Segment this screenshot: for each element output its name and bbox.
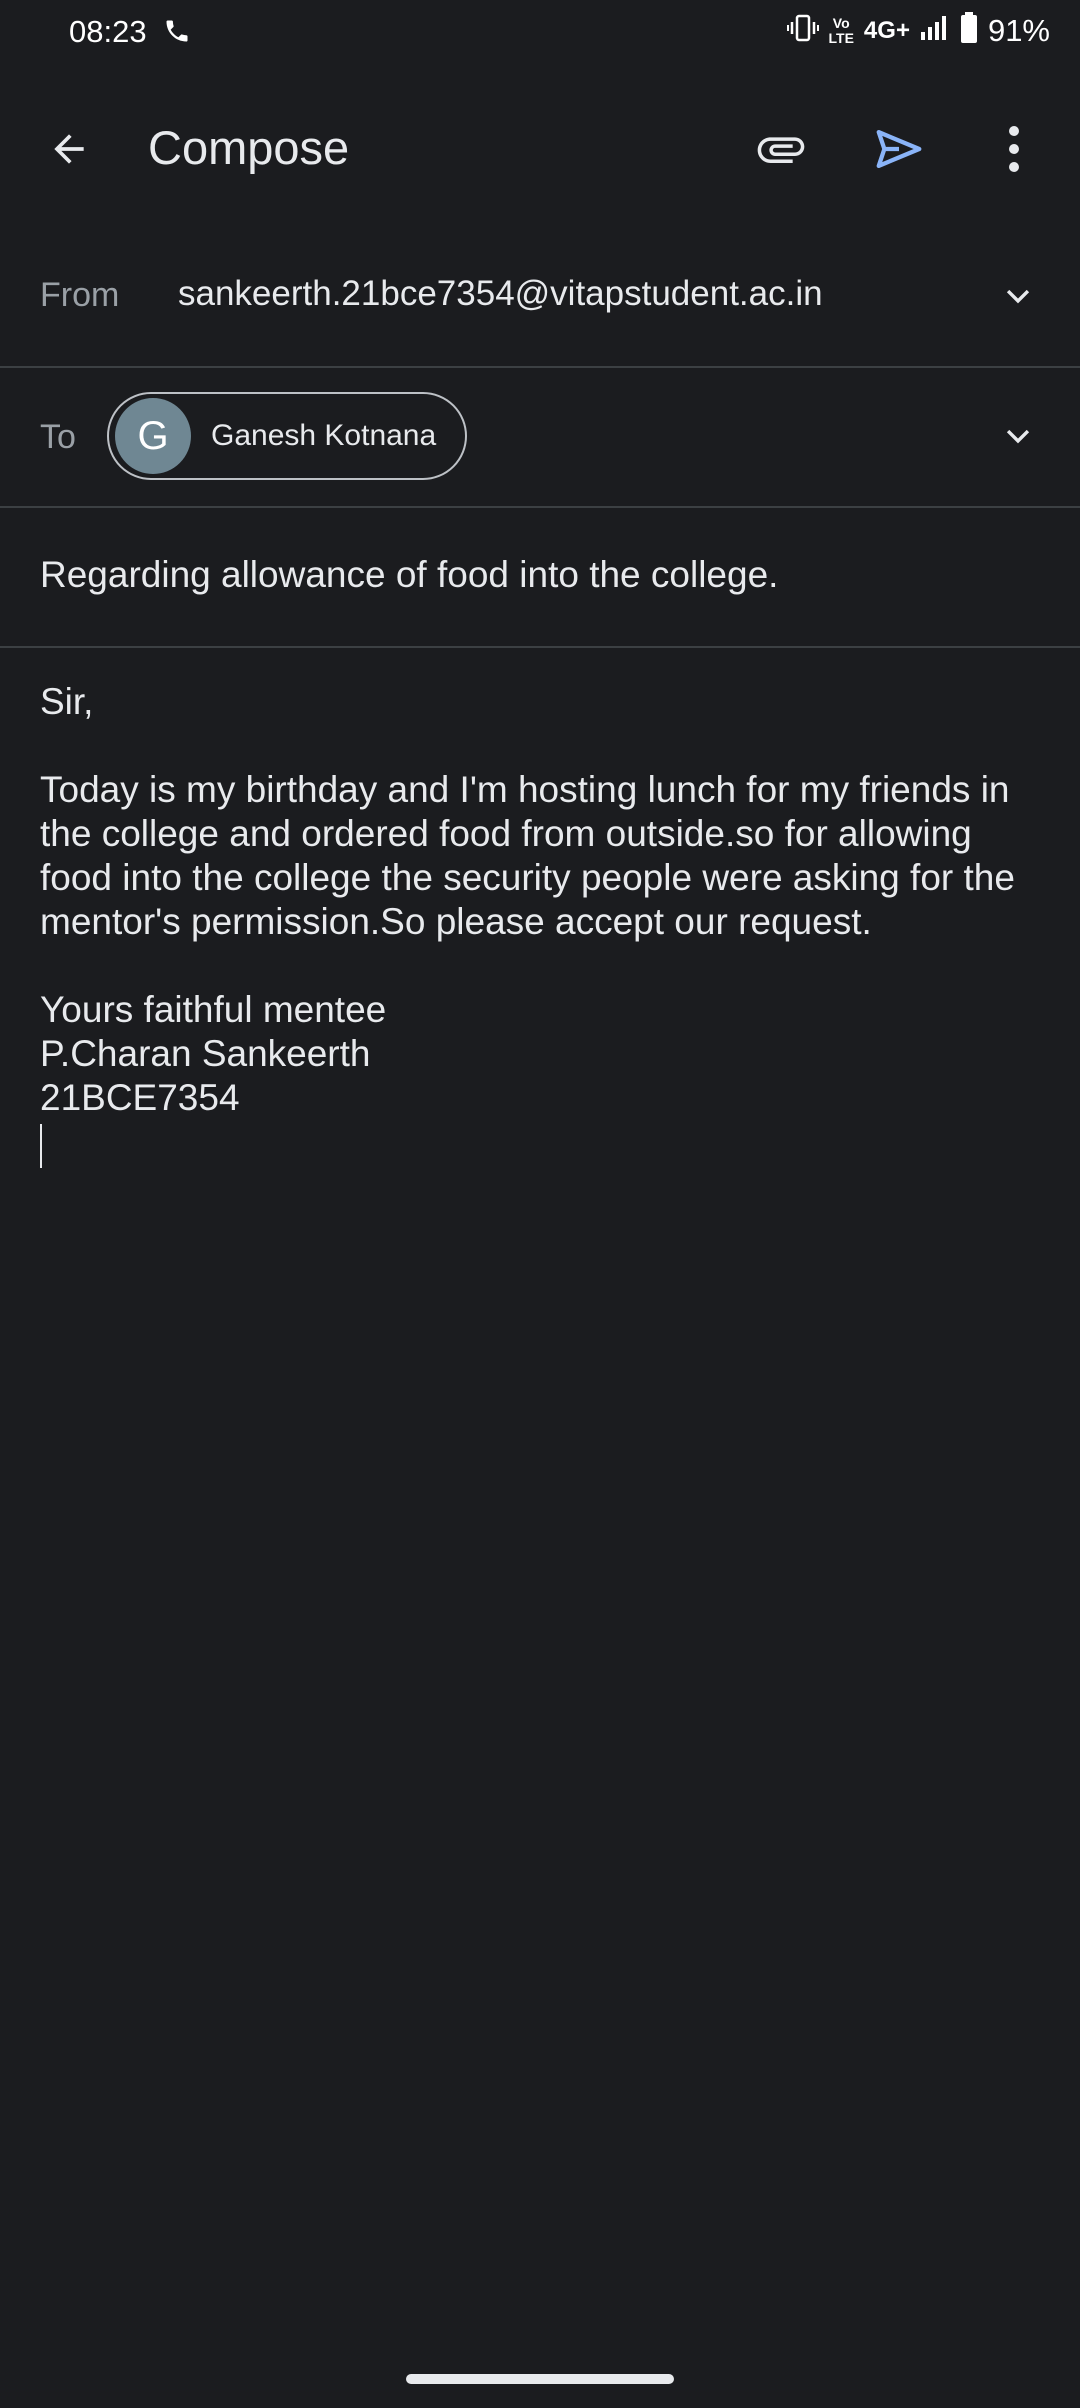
battery-icon (960, 12, 978, 49)
back-button[interactable] (38, 118, 100, 180)
status-bar: 08:23 Vo LTE 4G+ 91% (0, 0, 1080, 70)
body-paragraph-line: food into the college the security peopl… (40, 857, 1015, 898)
recipient-chip[interactable]: G Ganesh Kotnana (107, 392, 467, 480)
phone-call-icon (163, 17, 193, 47)
text-cursor (40, 1124, 42, 1168)
send-button[interactable] (866, 116, 932, 182)
body-paragraph-line: Today is my birthday and I'm hosting lun… (40, 769, 1010, 810)
more-options-button[interactable] (984, 116, 1044, 182)
to-row: To G Ganesh Kotnana (0, 368, 1080, 508)
body-paragraph-line: mentor's permission.So please accept our… (40, 901, 872, 942)
chevron-down-icon (1006, 429, 1030, 444)
send-icon (876, 129, 922, 169)
app-bar: Compose (0, 100, 1080, 196)
back-arrow-icon (54, 134, 84, 164)
volte-label-bottom: LTE (828, 29, 854, 46)
volte-label-top: Vo (832, 14, 850, 31)
to-label: To (40, 418, 76, 456)
recipient-name: Ganesh Kotnana (211, 419, 437, 452)
vibrate-icon (786, 13, 819, 48)
body-signature-line: 21BCE7354 (40, 1077, 240, 1118)
volte-icon: Vo LTE (828, 14, 854, 46)
body-signature-line: P.Charan Sankeerth (40, 1033, 371, 1074)
avatar: G (115, 398, 191, 474)
chevron-down-icon (1006, 289, 1030, 304)
body-paragraph-line: the college and ordered food from outsid… (40, 813, 972, 854)
from-label: From (40, 276, 120, 314)
attach-button[interactable] (748, 116, 814, 182)
more-vert-icon (1009, 126, 1019, 172)
subject-field[interactable]: Regarding allowance of food into the col… (40, 554, 778, 596)
subject-row: Regarding allowance of food into the col… (0, 508, 1080, 648)
from-row: From sankeerth.21bce7354@vitapstudent.ac… (0, 228, 1080, 368)
page-title: Compose (148, 121, 350, 174)
home-indicator[interactable] (406, 2374, 674, 2384)
to-expand-button[interactable] (998, 416, 1038, 456)
from-account-selector[interactable]: sankeerth.21bce7354@vitapstudent.ac.in (178, 274, 823, 314)
network-type-label: 4G+ (863, 16, 910, 44)
attach-icon (757, 137, 805, 163)
status-time: 08:23 (69, 14, 147, 49)
body-field[interactable]: Sir, Today is my birthday and I'm hostin… (40, 680, 1050, 1168)
battery-percent: 91% (987, 12, 1050, 48)
status-icons: Vo LTE 4G+ 91% (786, 12, 1050, 49)
from-expand-button[interactable] (998, 276, 1038, 316)
body-signature-line: Yours faithful mentee (40, 989, 387, 1030)
body-greeting: Sir, (40, 681, 94, 722)
signal-icon (920, 14, 950, 47)
